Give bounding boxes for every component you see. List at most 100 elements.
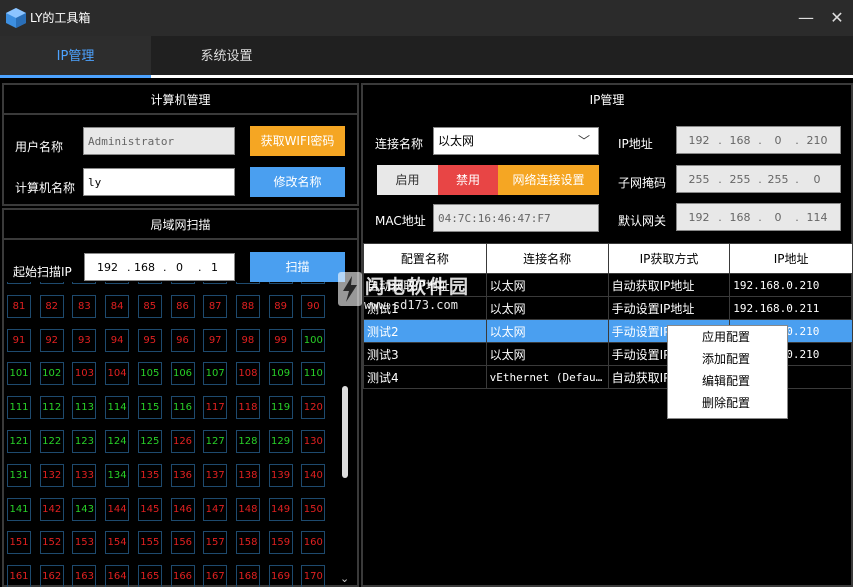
ip-scan-cell[interactable]: 114	[105, 396, 130, 420]
disable-button[interactable]: 禁用	[438, 165, 498, 195]
ip-scan-cell[interactable]: 97	[203, 328, 228, 352]
column-header[interactable]: 配置名称	[363, 243, 487, 274]
ip-scan-cell[interactable]: 75	[137, 282, 162, 284]
ip-scan-cell[interactable]: 137	[203, 463, 228, 487]
ip-scan-cell[interactable]: 124	[105, 430, 130, 453]
ip-scan-cell[interactable]: 85	[137, 294, 162, 318]
ip-scan-cell[interactable]: 105	[137, 362, 162, 386]
ip-scan-cell[interactable]: 87	[203, 294, 228, 318]
grid-scrollbar[interactable]	[342, 386, 348, 478]
ip-scan-cell[interactable]: 86	[170, 294, 195, 318]
ip-scan-cell[interactable]: 149	[268, 497, 293, 521]
ip-scan-cell[interactable]: 129	[268, 430, 293, 453]
gateway-field[interactable]: 192 . 168 . 0 . 114	[676, 203, 841, 231]
ip-scan-cell[interactable]: 142	[39, 497, 64, 521]
ip-scan-cell[interactable]: 140	[301, 463, 326, 487]
ip-scan-cell[interactable]: 163	[72, 565, 97, 587]
ip-scan-cell[interactable]: 117	[203, 396, 228, 420]
ip-scan-cell[interactable]: 134	[105, 463, 130, 487]
ip-scan-cell[interactable]: 83	[72, 294, 97, 318]
ip-scan-cell[interactable]: 80	[301, 282, 326, 284]
subnet-mask-field[interactable]: 255 . 255 . 255 . 0	[676, 165, 841, 193]
ip-scan-cell[interactable]: 99	[268, 328, 293, 352]
ip-scan-cell[interactable]: 128	[235, 430, 260, 453]
ip-scan-cell[interactable]: 146	[170, 497, 195, 521]
connection-select[interactable]: 以太网 ﹀	[433, 127, 599, 155]
ip-scan-cell[interactable]: 132	[39, 463, 64, 487]
ip-scan-cell[interactable]: 160	[301, 531, 326, 555]
ip-scan-cell[interactable]: 131	[7, 463, 31, 487]
ip-scan-cell[interactable]: 112	[39, 396, 64, 420]
ip-scan-cell[interactable]: 109	[268, 362, 293, 386]
ip-scan-cell[interactable]: 96	[170, 328, 195, 352]
ip-scan-cell[interactable]: 81	[7, 294, 31, 318]
ip-scan-cell[interactable]: 162	[39, 565, 64, 587]
ip-scan-cell[interactable]: 82	[39, 294, 64, 318]
minimize-button[interactable]: —	[794, 6, 818, 30]
tab-ip-management[interactable]: IP管理	[0, 36, 151, 78]
ip-scan-cell[interactable]: 113	[72, 396, 97, 420]
ip-scan-cell[interactable]: 141	[7, 497, 31, 521]
rename-button[interactable]: 修改名称	[250, 167, 345, 197]
ip-scan-cell[interactable]: 111	[7, 396, 31, 420]
close-button[interactable]: ✕	[825, 6, 849, 30]
ip-scan-cell[interactable]: 159	[268, 531, 293, 555]
ip-scan-cell[interactable]: 95	[137, 328, 162, 352]
ip-scan-cell[interactable]: 164	[105, 565, 130, 587]
ip-scan-cell[interactable]: 120	[301, 396, 326, 420]
start-ip-field[interactable]: 192 . 168 . 0 . 1	[84, 253, 235, 281]
ip-scan-cell[interactable]: 103	[72, 362, 97, 386]
ip-scan-cell[interactable]: 91	[7, 328, 31, 352]
ip-scan-cell[interactable]: 167	[203, 565, 228, 587]
ip-scan-cell[interactable]: 156	[170, 531, 195, 555]
ip-scan-cell[interactable]: 115	[137, 396, 162, 420]
ip-scan-cell[interactable]: 126	[170, 430, 195, 453]
ip-scan-cell[interactable]: 170	[301, 565, 326, 587]
ip-scan-cell[interactable]: 152	[39, 531, 64, 555]
ip-scan-cell[interactable]: 161	[7, 565, 31, 587]
ip-scan-cell[interactable]: 121	[7, 430, 31, 453]
menu-item-apply-config[interactable]: 应用配置	[668, 326, 787, 348]
scan-button[interactable]: 扫描	[250, 252, 345, 282]
get-wifi-password-button[interactable]: 获取WIFI密码	[250, 126, 345, 156]
ip-scan-cell[interactable]: 88	[235, 294, 260, 318]
ip-scan-cell[interactable]: 147	[203, 497, 228, 521]
ip-scan-cell[interactable]: 166	[170, 565, 195, 587]
menu-item-edit-config[interactable]: 编辑配置	[668, 370, 787, 392]
mac-field[interactable]: 04:7C:16:46:47:F7	[433, 204, 599, 232]
ip-scan-cell[interactable]: 118	[235, 396, 260, 420]
ip-scan-cell[interactable]: 143	[72, 497, 97, 521]
ip-scan-cell[interactable]: 144	[105, 497, 130, 521]
column-header[interactable]: 连接名称	[485, 243, 609, 274]
ip-scan-cell[interactable]: 153	[72, 531, 97, 555]
ip-scan-cell[interactable]: 139	[268, 463, 293, 487]
ip-scan-cell[interactable]: 71	[7, 282, 31, 284]
ip-scan-cell[interactable]: 150	[301, 497, 326, 521]
ip-scan-cell[interactable]: 94	[105, 328, 130, 352]
ip-scan-cell[interactable]: 72	[39, 282, 64, 284]
ip-scan-cell[interactable]: 89	[268, 294, 293, 318]
menu-item-add-config[interactable]: 添加配置	[668, 348, 787, 370]
ip-scan-cell[interactable]: 165	[137, 565, 162, 587]
user-field[interactable]: Administrator	[83, 127, 235, 155]
ip-scan-cell[interactable]: 157	[203, 531, 228, 555]
ip-scan-cell[interactable]: 169	[268, 565, 293, 587]
column-header[interactable]: IP地址	[729, 243, 853, 274]
scroll-down-icon[interactable]: ⌄	[340, 572, 352, 585]
ip-scan-cell[interactable]: 130	[301, 430, 326, 453]
ip-scan-cell[interactable]: 104	[105, 362, 130, 386]
ip-scan-cell[interactable]: 133	[72, 463, 97, 487]
ip-scan-cell[interactable]: 93	[72, 328, 97, 352]
ip-scan-cell[interactable]: 127	[203, 430, 228, 453]
computer-name-field[interactable]: ly	[83, 168, 235, 196]
enable-button[interactable]: 启用	[377, 165, 438, 195]
ip-scan-cell[interactable]: 116	[170, 396, 195, 420]
ip-scan-cell[interactable]: 168	[235, 565, 260, 587]
tab-system-settings[interactable]: 系统设置	[151, 36, 302, 78]
network-settings-button[interactable]: 网络连接设置	[498, 165, 599, 195]
ip-scan-cell[interactable]: 145	[137, 497, 162, 521]
ip-scan-cell[interactable]: 100	[301, 328, 326, 352]
ip-scan-cell[interactable]: 108	[235, 362, 260, 386]
ip-scan-cell[interactable]: 76	[170, 282, 195, 284]
ip-scan-cell[interactable]: 110	[301, 362, 326, 386]
